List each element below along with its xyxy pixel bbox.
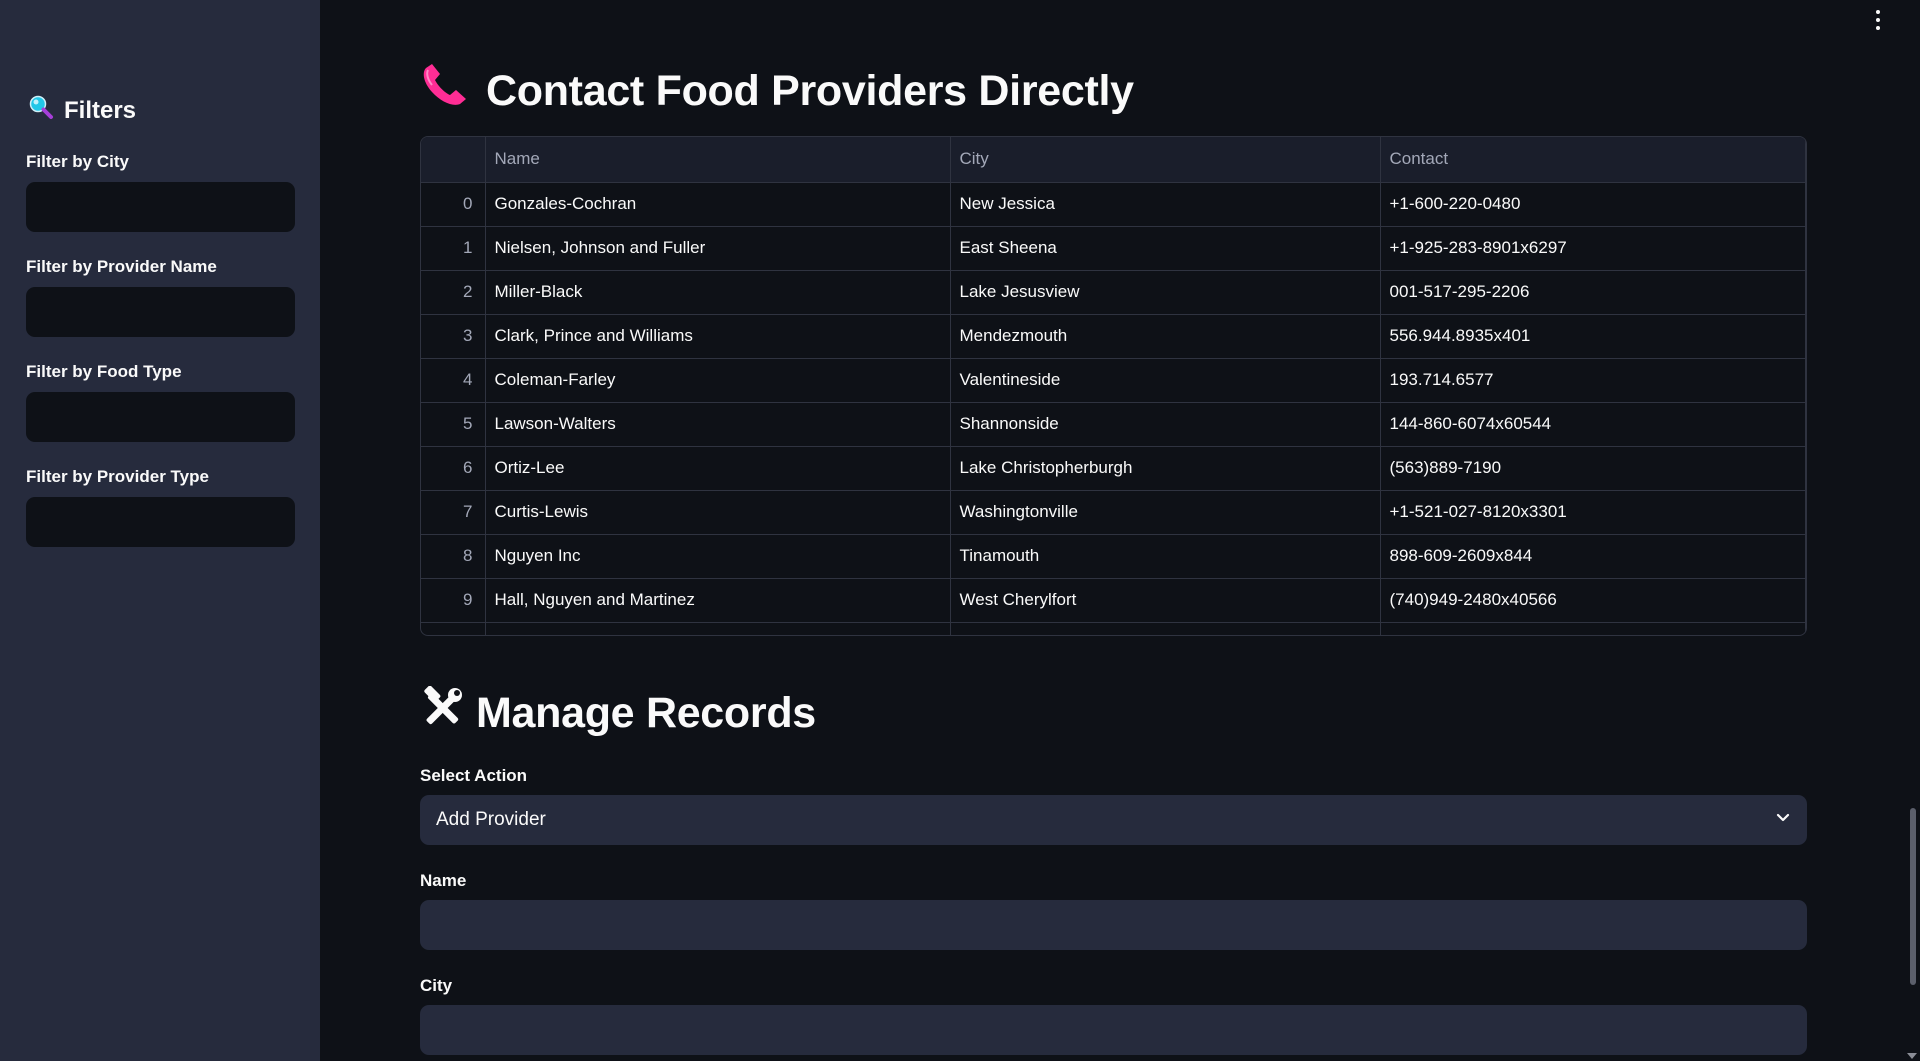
provider-name-cell[interactable]: Miller-Black [485, 270, 951, 315]
filter-provider-type-label: Filter by Provider Type [26, 467, 209, 486]
provider-name-cell[interactable]: Clark, Prince and Williams [485, 314, 951, 359]
providers-table[interactable]: Name City Contact 0 Gonzales-Cochran New… [420, 136, 1807, 636]
provider-name-cell[interactable]: Ortiz-Lee [485, 446, 951, 491]
city-cell[interactable]: Valentineside [950, 358, 1381, 403]
row-index[interactable]: 2 [421, 270, 486, 315]
provider-name-cell[interactable]: Nguyen Inc [485, 534, 951, 579]
filter-city-input[interactable] [26, 182, 295, 232]
row-index[interactable]: 1 [421, 226, 486, 271]
filter-food-type-input[interactable] [26, 392, 295, 442]
city-field-label: City [420, 976, 453, 995]
contact-cell[interactable]: +1-600-220-0480 [1380, 182, 1806, 227]
row-index[interactable]: 7 [421, 490, 486, 535]
manage-heading-text: Manage Records [476, 689, 816, 737]
hammer-and-wrench-icon [420, 685, 464, 741]
provider-name-cell[interactable]: Hall, Nguyen and Martinez [485, 578, 951, 623]
column-header-index[interactable] [421, 137, 486, 183]
table-row: 8 Nguyen Inc Tinamouth 898-609-2609x844 [421, 534, 1806, 579]
sidebar-title-label: Filters [64, 96, 137, 124]
table-row: 5 Lawson-Walters Shannonside 144-860-607… [421, 402, 1806, 447]
name-field-label: Name [420, 871, 467, 890]
row-index[interactable]: 0 [421, 182, 486, 227]
filter-city-group: Filter by City [26, 152, 295, 232]
contact-cell[interactable]: (740)949-2480x40566 [1380, 578, 1806, 623]
kebab-menu-icon[interactable] [1870, 8, 1886, 32]
city-cell[interactable]: Shannonside [950, 402, 1381, 447]
scroll-down-arrow-icon[interactable] [1907, 1053, 1917, 1059]
table-row-partial [421, 622, 1806, 635]
chevron-down-icon [1775, 810, 1791, 831]
city-cell[interactable]: Lake Christopherburgh [950, 446, 1381, 491]
provider-name-cell[interactable]: Curtis-Lewis [485, 490, 951, 535]
table-row: 1 Nielsen, Johnson and Fuller East Sheen… [421, 226, 1806, 271]
telephone-receiver-icon [420, 62, 470, 121]
row-index[interactable]: 9 [421, 578, 486, 623]
contact-cell[interactable]: +1-521-027-8120x3301 [1380, 490, 1806, 535]
city-field[interactable] [420, 1005, 1807, 1055]
city-cell[interactable]: Lake Jesusview [950, 270, 1381, 315]
contact-cell[interactable]: 144-860-6074x60544 [1380, 402, 1806, 447]
main-content: Contact Food Providers Directly Name Cit… [320, 0, 1920, 1061]
filter-provider-name-label: Filter by Provider Name [26, 257, 217, 276]
city-cell[interactable]: Washingtonville [950, 490, 1381, 535]
city-cell[interactable]: West Cherylfort [950, 578, 1381, 623]
contact-cell[interactable]: 193.714.6577 [1380, 358, 1806, 403]
sidebar: Filters Filter by City Filter by Provide… [0, 0, 320, 1061]
filter-provider-name-group: Filter by Provider Name [26, 257, 295, 337]
provider-name-cell[interactable]: Nielsen, Johnson and Fuller [485, 226, 951, 271]
contact-cell[interactable]: 556.944.8935x401 [1380, 314, 1806, 359]
magnifier-icon [28, 94, 54, 127]
filter-provider-name-input[interactable] [26, 287, 295, 337]
row-index[interactable]: 4 [421, 358, 486, 403]
table-row: 6 Ortiz-Lee Lake Christopherburgh (563)8… [421, 446, 1806, 491]
filter-provider-type-group: Filter by Provider Type [26, 467, 295, 547]
select-action-value: Add Provider [436, 809, 546, 830]
table-row: 2 Miller-Black Lake Jesusview 001-517-29… [421, 270, 1806, 315]
sidebar-title: Filters [28, 94, 136, 127]
filter-city-label: Filter by City [26, 152, 129, 171]
column-header-name[interactable]: Name [485, 137, 951, 183]
city-cell[interactable]: Mendezmouth [950, 314, 1381, 359]
contact-cell[interactable]: +1-925-283-8901x6297 [1380, 226, 1806, 271]
page-scrollbar[interactable] [1910, 808, 1916, 985]
column-header-city[interactable]: City [950, 137, 1381, 183]
provider-name-cell[interactable]: Lawson-Walters [485, 402, 951, 447]
select-action-label: Select Action [420, 766, 528, 785]
city-cell[interactable]: East Sheena [950, 226, 1381, 271]
table-row: 9 Hall, Nguyen and Martinez West Cherylf… [421, 578, 1806, 623]
table-row: 4 Coleman-Farley Valentineside 193.714.6… [421, 358, 1806, 403]
provider-name-cell[interactable]: Gonzales-Cochran [485, 182, 951, 227]
row-index[interactable]: 3 [421, 314, 486, 359]
contact-heading-text: Contact Food Providers Directly [486, 67, 1134, 115]
row-index[interactable]: 6 [421, 446, 486, 491]
filter-provider-type-input[interactable] [26, 497, 295, 547]
filter-food-type-label: Filter by Food Type [26, 362, 182, 381]
table-row: 3 Clark, Prince and Williams Mendezmouth… [421, 314, 1806, 359]
filter-food-type-group: Filter by Food Type [26, 362, 295, 442]
contact-cell[interactable]: 898-609-2609x844 [1380, 534, 1806, 579]
select-action-dropdown[interactable]: Add Provider [420, 795, 1807, 845]
row-index[interactable]: 8 [421, 534, 486, 579]
row-index[interactable]: 5 [421, 402, 486, 447]
table-header-row: Name City Contact [421, 137, 1806, 183]
table-row: 7 Curtis-Lewis Washingtonville +1-521-02… [421, 490, 1806, 535]
provider-name-cell[interactable]: Coleman-Farley [485, 358, 951, 403]
manage-heading: Manage Records [420, 685, 816, 741]
column-header-contact[interactable]: Contact [1380, 137, 1806, 183]
name-field[interactable] [420, 900, 1807, 950]
contact-heading: Contact Food Providers Directly [420, 62, 1134, 121]
contact-cell[interactable]: (563)889-7190 [1380, 446, 1806, 491]
city-cell[interactable]: Tinamouth [950, 534, 1381, 579]
contact-cell[interactable]: 001-517-295-2206 [1380, 270, 1806, 315]
city-cell[interactable]: New Jessica [950, 182, 1381, 227]
table-row: 0 Gonzales-Cochran New Jessica +1-600-22… [421, 182, 1806, 227]
